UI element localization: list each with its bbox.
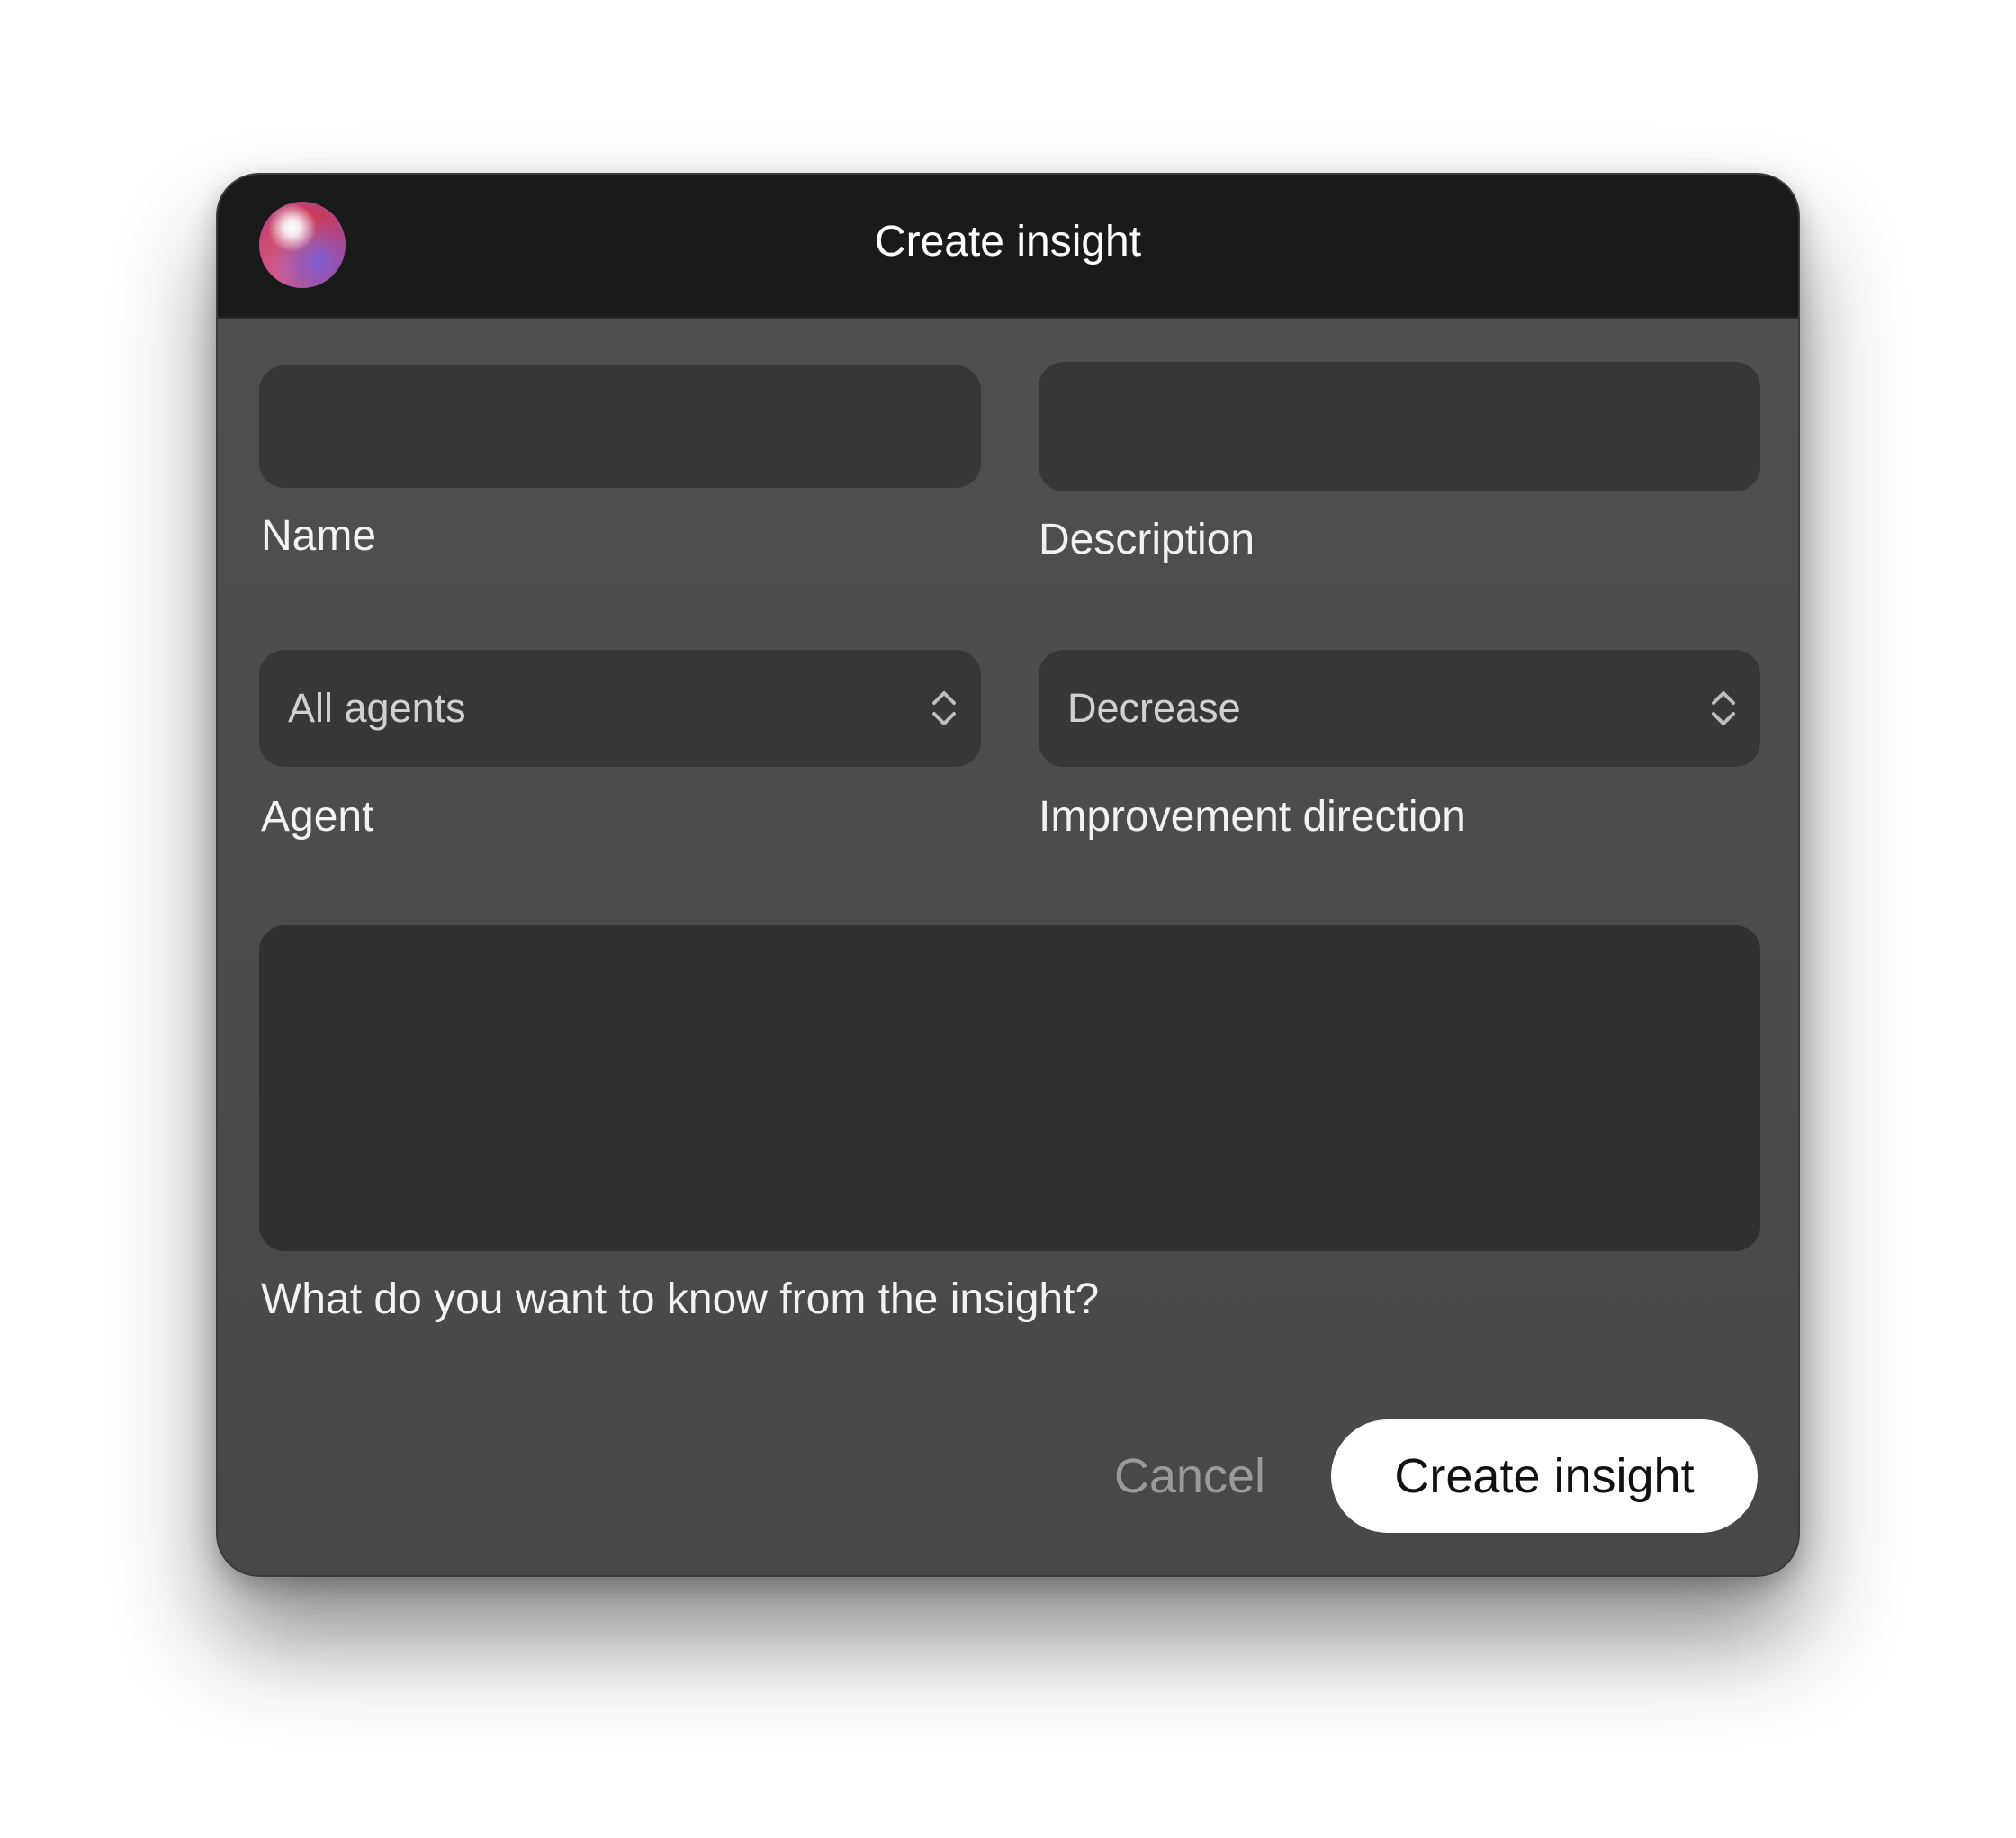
- insight-question-textarea[interactable]: [259, 925, 1760, 1251]
- agent-select[interactable]: All agents: [259, 650, 981, 767]
- cancel-button[interactable]: Cancel: [1091, 1419, 1289, 1533]
- agent-label: Agent: [261, 793, 374, 841]
- create-insight-button[interactable]: Create insight: [1331, 1419, 1758, 1533]
- create-insight-dialog: Create insight Name Description All agen…: [216, 173, 1800, 1577]
- chevron-up-down-icon: [932, 691, 956, 725]
- name-label: Name: [261, 512, 377, 560]
- improvement-direction-value: Decrease: [1067, 685, 1241, 731]
- improvement-direction-select[interactable]: Decrease: [1039, 650, 1760, 767]
- name-input[interactable]: [259, 365, 981, 488]
- insight-question-label: What do you want to know from the insigh…: [261, 1275, 1100, 1323]
- description-label: Description: [1039, 516, 1256, 563]
- chevron-up-down-icon: [1712, 691, 1735, 725]
- dialog-title: Create insight: [874, 218, 1142, 266]
- title-bar: Create insight: [218, 175, 1798, 319]
- description-input[interactable]: [1039, 362, 1760, 491]
- improvement-direction-label: Improvement direction: [1039, 793, 1466, 841]
- agent-select-value: All agents: [288, 685, 466, 731]
